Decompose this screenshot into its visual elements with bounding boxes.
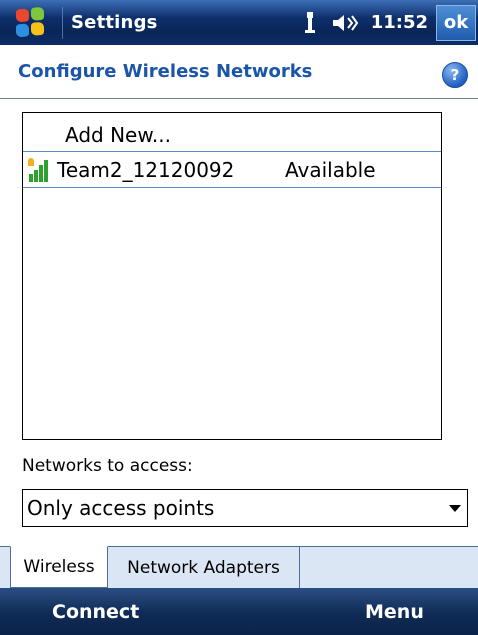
lock-icon	[28, 157, 34, 166]
dropdown-value: Only access points	[27, 496, 215, 520]
list-item[interactable]: Team2_12120092 Available	[23, 151, 441, 188]
app-title: Settings	[71, 12, 158, 33]
title-separator	[62, 6, 63, 39]
start-button[interactable]	[0, 0, 62, 45]
chevron-down-icon[interactable]	[449, 504, 461, 512]
add-new-label: Add New...	[65, 122, 171, 147]
tab-network-adapters[interactable]: Network Adapters	[108, 546, 300, 588]
networks-to-access-dropdown[interactable]: Only access points	[22, 489, 468, 527]
page-header: Configure Wireless Networks ?	[0, 45, 478, 101]
help-icon[interactable]: ?	[442, 62, 468, 88]
connectivity-icon[interactable]	[301, 10, 319, 36]
header-divider	[0, 98, 478, 99]
windows-flag-icon	[16, 6, 46, 39]
network-name: Team2_12120092	[57, 157, 235, 182]
network-status: Available	[285, 157, 376, 182]
page-title: Configure Wireless Networks	[18, 61, 313, 82]
tab-wireless[interactable]: Wireless	[10, 546, 108, 588]
connect-softkey[interactable]: Connect	[52, 588, 139, 635]
title-bar: Settings 11:52 ok	[0, 0, 478, 45]
ok-button[interactable]: ok	[436, 4, 476, 41]
volume-icon[interactable]	[331, 12, 359, 34]
add-new-item[interactable]: Add New...	[23, 117, 441, 152]
status-icons: 11:52	[301, 10, 428, 36]
wireless-network-list[interactable]: Add New... Team2_12120092 Available	[22, 112, 442, 440]
softkey-bar: Connect Menu	[0, 588, 478, 635]
networks-to-access-label: Networks to access:	[22, 456, 193, 476]
menu-softkey[interactable]: Menu	[365, 588, 424, 635]
tab-strip: Wireless Network Adapters	[0, 546, 478, 588]
signal-strength-icon	[28, 157, 51, 182]
clock[interactable]: 11:52	[371, 12, 428, 33]
